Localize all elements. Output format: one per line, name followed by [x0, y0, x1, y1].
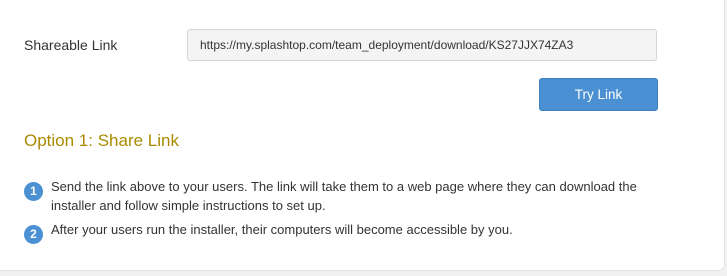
step-item-1: 1 Send the link above to your users. The…	[24, 177, 661, 215]
share-link-panel: Shareable Link https://my.splashtop.com/…	[0, 0, 725, 271]
step-item-2: 2 After your users run the installer, th…	[24, 220, 661, 244]
step-number-badge: 2	[24, 225, 43, 244]
shareable-link-field[interactable]: https://my.splashtop.com/team_deployment…	[187, 29, 657, 61]
try-link-button[interactable]: Try Link	[539, 78, 658, 111]
step-number-badge: 1	[24, 182, 43, 201]
step-text: After your users run the installer, thei…	[51, 222, 513, 237]
shareable-link-label: Shareable Link	[24, 37, 118, 53]
step-text: Send the link above to your users. The l…	[51, 179, 637, 213]
option-title: Option 1: Share Link	[24, 131, 179, 150]
